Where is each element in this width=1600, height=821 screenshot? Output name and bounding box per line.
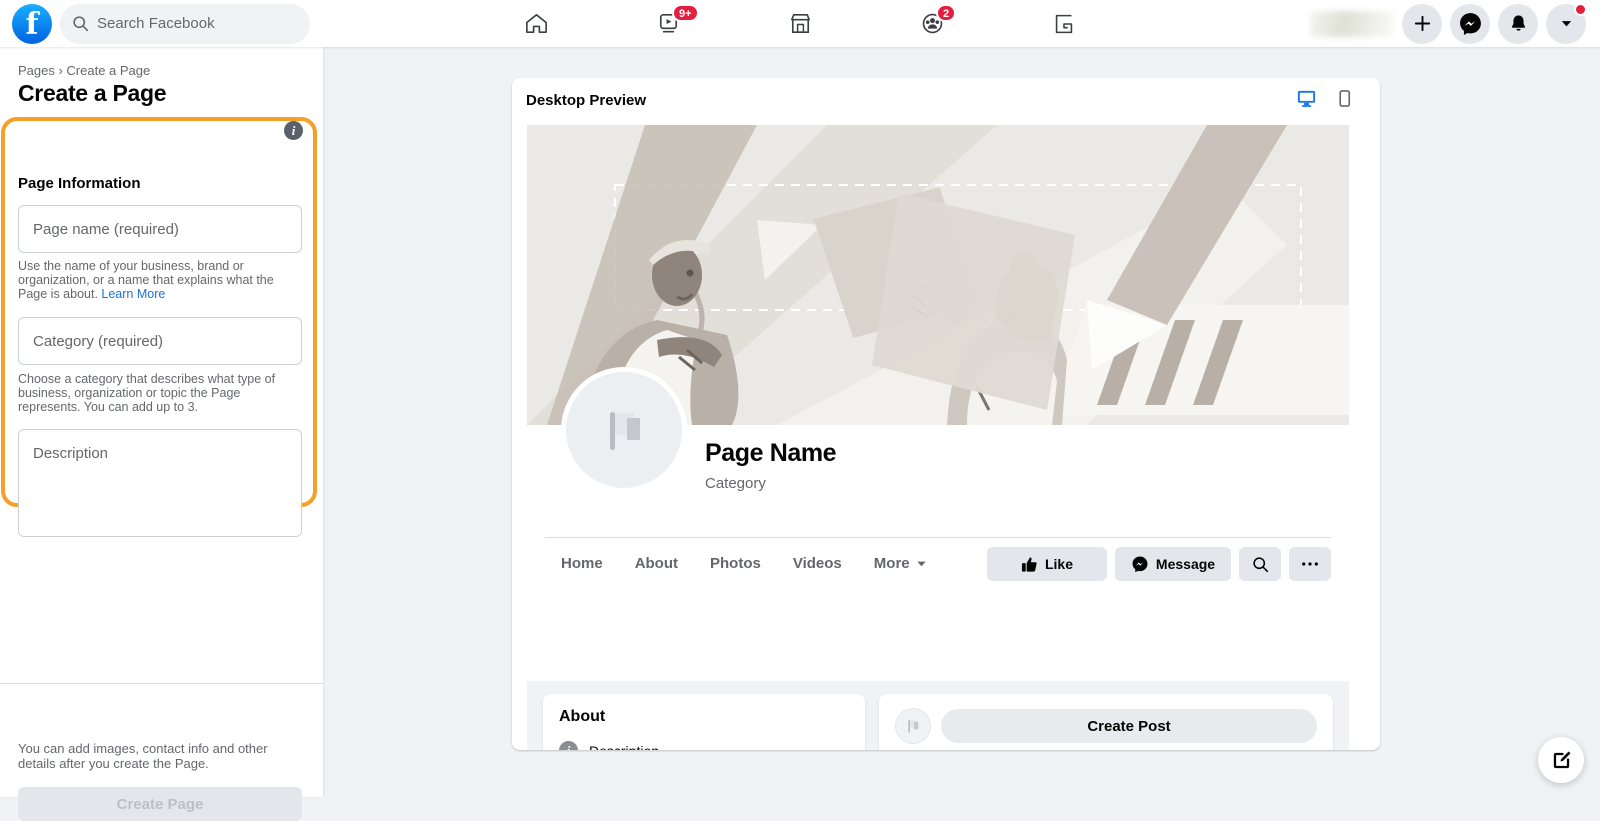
- breadcrumb[interactable]: Pages › Create a Page: [0, 47, 323, 78]
- compose-floating-button[interactable]: [1538, 737, 1584, 783]
- category-input[interactable]: Category (required): [18, 317, 302, 365]
- page-avatar[interactable]: [561, 367, 687, 493]
- messenger-icon: [1458, 11, 1483, 36]
- tab-more[interactable]: More: [858, 555, 943, 572]
- post-avatar: [895, 708, 931, 744]
- nav-tab-video[interactable]: 9+: [612, 0, 724, 47]
- create-page-sidebar: Pages › Create a Page Create a Page i Pa…: [0, 47, 323, 797]
- plus-icon: [1413, 14, 1432, 33]
- about-card-title: About: [559, 708, 849, 726]
- mobile-preview-toggle[interactable]: [1335, 89, 1354, 113]
- facebook-logo[interactable]: [12, 4, 52, 44]
- about-description-row: i Description: [559, 741, 849, 750]
- search-icon: [1252, 556, 1269, 573]
- info-icon: i: [559, 741, 578, 750]
- page-name-input[interactable]: Page name (required): [18, 205, 302, 253]
- description-input[interactable]: Description: [18, 429, 302, 537]
- tab-photos[interactable]: Photos: [694, 555, 777, 572]
- search-input[interactable]: Search Facebook: [60, 4, 310, 44]
- ellipsis-icon: [1301, 561, 1319, 567]
- preview-header: Desktop Preview: [512, 78, 1380, 123]
- message-button[interactable]: Message: [1115, 547, 1231, 581]
- preview-page-category: Category: [705, 475, 766, 492]
- create-post-row: Create Post: [895, 708, 1317, 744]
- profile-name-blurred[interactable]: [1310, 11, 1394, 37]
- create-page-button[interactable]: Create Page: [18, 787, 302, 821]
- tab-videos[interactable]: Videos: [777, 555, 858, 572]
- chevron-down-icon: [1559, 16, 1574, 31]
- learn-more-link[interactable]: Learn More: [101, 287, 165, 301]
- desktop-icon: [1296, 88, 1317, 109]
- video-badge: 9+: [672, 4, 699, 22]
- create-post-card: Create Post Photo/Video: [879, 694, 1333, 750]
- messenger-icon: [1131, 555, 1149, 573]
- create-button[interactable]: [1402, 4, 1442, 44]
- thumbs-up-icon: [1021, 556, 1038, 573]
- page-title: Create a Page: [0, 78, 323, 107]
- marketplace-icon: [787, 10, 814, 37]
- search-icon: [72, 15, 89, 32]
- about-card: About i Description: [543, 694, 865, 750]
- about-description-label: Description: [589, 743, 659, 751]
- home-icon: [523, 10, 550, 37]
- section-title-page-information: Page Information: [18, 175, 141, 192]
- groups-badge: 2: [936, 4, 956, 22]
- flag-placeholder-icon: [903, 716, 923, 736]
- like-button[interactable]: Like: [987, 547, 1107, 581]
- topbar-nav-tabs: 9+ 2: [460, 0, 1140, 47]
- nav-tab-marketplace[interactable]: [744, 0, 856, 47]
- sidebar-divider: [0, 683, 323, 684]
- mobile-icon: [1335, 89, 1354, 108]
- create-post-button[interactable]: Create Post: [941, 709, 1317, 743]
- chevron-down-icon: [916, 558, 927, 569]
- tab-more-label: More: [874, 555, 910, 572]
- message-button-label: Message: [1156, 556, 1215, 572]
- like-button-label: Like: [1045, 556, 1073, 572]
- tab-about[interactable]: About: [619, 555, 694, 572]
- page-name-help-text: Use the name of your business, brand or …: [18, 259, 306, 301]
- messenger-button[interactable]: [1450, 4, 1490, 44]
- topbar-right: [1275, 4, 1600, 44]
- account-alert-dot: [1574, 3, 1587, 16]
- account-menu-button[interactable]: [1546, 4, 1586, 44]
- tab-home[interactable]: Home: [545, 555, 619, 572]
- notifications-button[interactable]: [1498, 4, 1538, 44]
- page-tabs: Home About Photos Videos More: [545, 538, 943, 588]
- sidebar-footer-note: You can add images, contact info and oth…: [18, 741, 306, 771]
- bell-icon: [1508, 13, 1529, 34]
- gaming-icon: [1051, 11, 1077, 37]
- nav-tab-groups[interactable]: 2: [876, 0, 988, 47]
- desktop-preview-card: Desktop Preview: [512, 78, 1380, 750]
- preview-lower-section: About i Description Create Post: [527, 681, 1349, 750]
- page-more-options-button[interactable]: [1289, 547, 1331, 581]
- desktop-preview-toggle[interactable]: [1296, 88, 1317, 114]
- preview-title: Desktop Preview: [526, 92, 646, 109]
- search-placeholder-text: Search Facebook: [97, 15, 215, 32]
- topbar-left: Search Facebook: [0, 4, 325, 44]
- page-search-button[interactable]: [1239, 547, 1281, 581]
- nav-tab-home[interactable]: [480, 0, 592, 47]
- top-navigation-bar: Search Facebook 9+: [0, 0, 1600, 47]
- preview-device-toggles: [1296, 88, 1354, 114]
- nav-tab-gaming[interactable]: [1008, 0, 1120, 47]
- preview-page-name: Page Name: [705, 439, 836, 468]
- info-icon[interactable]: i: [284, 121, 303, 140]
- page-action-buttons: Like Message: [987, 547, 1331, 581]
- flag-placeholder-icon: [594, 400, 654, 460]
- compose-edit-icon: [1550, 749, 1573, 772]
- category-help-text: Choose a category that describes what ty…: [18, 372, 306, 414]
